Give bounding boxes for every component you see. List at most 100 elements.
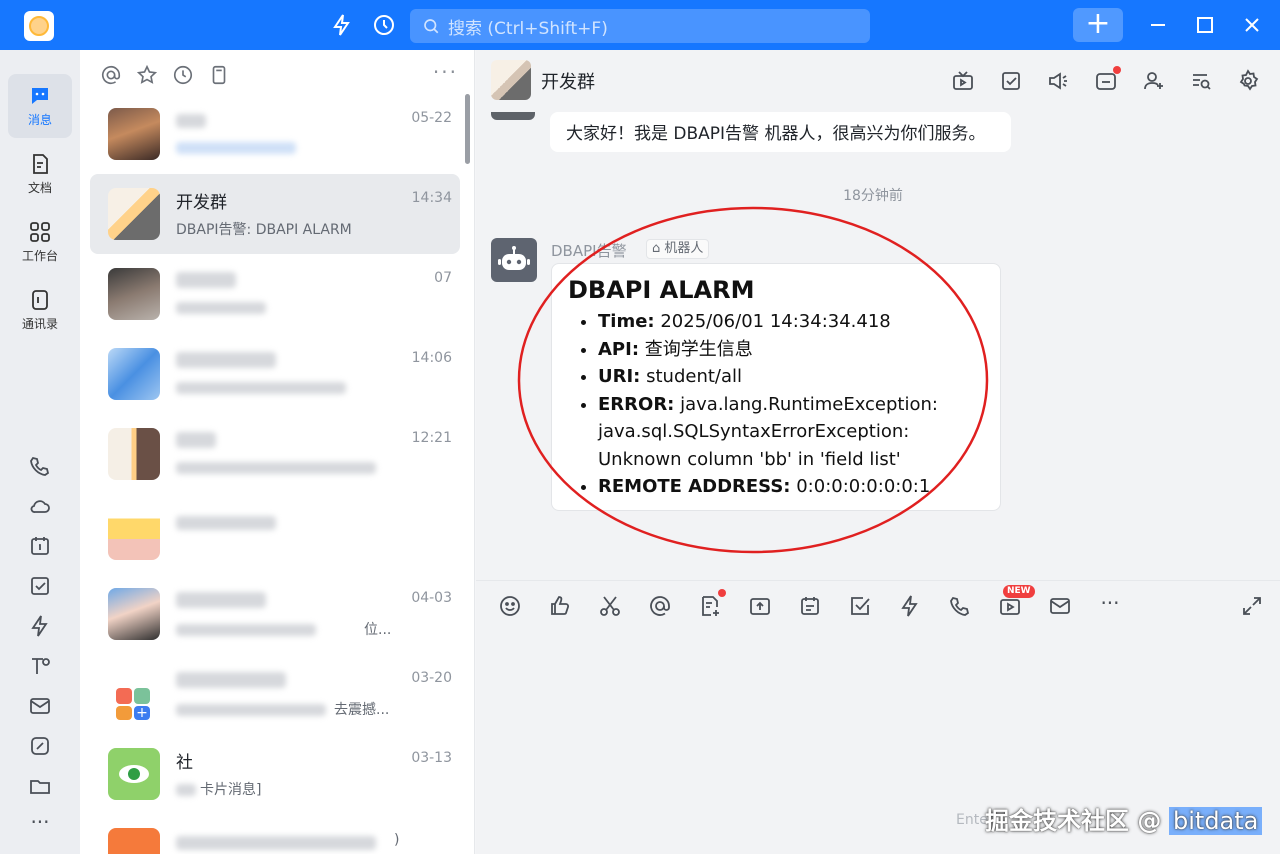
avatar <box>108 108 160 160</box>
star-icon[interactable] <box>136 64 158 86</box>
voice-call-icon[interactable] <box>948 594 972 618</box>
chat-pane: 开发群 大家好！我是 DBAPI告警 机器人，很高兴为你们服务。 18分钟前 D… <box>476 50 1280 854</box>
chat-title: 开发群 <box>541 72 595 93</box>
history-icon[interactable] <box>372 13 396 37</box>
alarm-field-remote-address: REMOTE ADDRESS: 0:0:0:0:0:0:0:1 <box>598 473 984 501</box>
minimize-icon[interactable] <box>1146 13 1170 37</box>
rail-item-label: 消息 <box>27 113 52 127</box>
eye-logo-icon <box>119 765 149 783</box>
bookmark-icon[interactable] <box>208 64 230 86</box>
conversation-item[interactable]: 14:06 <box>90 334 460 414</box>
mail-icon[interactable] <box>28 694 52 718</box>
close-icon[interactable] <box>1240 13 1264 37</box>
expand-icon[interactable] <box>1240 594 1264 618</box>
rail-item-documents[interactable]: 文档 <box>8 142 72 206</box>
robot-icon <box>498 246 530 270</box>
checkbox-icon[interactable] <box>848 594 872 618</box>
conversation-time: 12:21 <box>411 430 452 446</box>
message-bubble: 大家好！我是 DBAPI告警 机器人，很高兴为你们服务。 <box>550 112 1011 152</box>
conversation-time: 07 <box>434 270 452 286</box>
create-button[interactable]: + <box>1073 8 1123 42</box>
message-icon <box>32 88 48 104</box>
avatar <box>108 268 160 320</box>
alarm-card: DBAPI ALARM Time: 2025/06/01 14:34:34.41… <box>551 263 1001 511</box>
lightning-icon[interactable] <box>898 594 922 618</box>
cloud-icon[interactable] <box>28 494 52 518</box>
rail-item-label: 工作台 <box>21 249 58 263</box>
mail-icon[interactable] <box>1048 594 1072 618</box>
maximize-icon[interactable] <box>1193 13 1217 37</box>
search-icon <box>424 19 439 34</box>
avatar <box>491 60 531 100</box>
list-scrollbar[interactable] <box>465 94 470 164</box>
conversation-item[interactable]: 07 <box>90 254 460 334</box>
conversation-preview: ) <box>394 832 400 848</box>
workspace-icon <box>30 222 50 242</box>
rail-item-label: 文档 <box>27 181 52 195</box>
conversation-item[interactable]: ) <box>90 814 460 854</box>
message-text: 大家好！我是 DBAPI告警 机器人，很高兴为你们服务。 <box>566 124 986 144</box>
conversation-time: 03-20 <box>411 670 452 686</box>
calendar-icon[interactable] <box>28 534 52 558</box>
conversation-time: 05-22 <box>411 110 452 126</box>
recent-icon[interactable] <box>172 64 194 86</box>
rail-item-messages[interactable]: 消息 <box>8 74 72 138</box>
settings-icon[interactable] <box>1236 69 1260 93</box>
avatar <box>108 588 160 640</box>
more-icon[interactable]: ··· <box>28 810 52 834</box>
add-member-icon[interactable] <box>1142 69 1166 93</box>
search-input[interactable]: 搜索 (Ctrl+Shift+F) <box>410 9 870 43</box>
left-rail: 消息 文档 工作台 通讯录 ··· <box>0 50 80 854</box>
list-more-button[interactable]: ··· <box>433 60 458 84</box>
conversation-item-dev-group[interactable]: 开发群 14:34 DBAPI告警: DBAPI ALARM <box>90 174 460 254</box>
conversation-preview: 卡片消息] <box>200 782 262 798</box>
watermark: 掘金技术社区 @ bitdata <box>985 801 1263 836</box>
mention-icon[interactable] <box>100 64 122 86</box>
task-icon[interactable] <box>999 69 1023 93</box>
bot-avatar[interactable] <box>491 238 537 282</box>
announcement-icon[interactable] <box>1046 69 1070 93</box>
alarm-fields: Time: 2025/06/01 14:34:34.418 API: 查询学生信… <box>568 308 984 501</box>
rail-item-contacts[interactable]: 通讯录 <box>8 278 72 342</box>
flash-icon[interactable] <box>330 13 354 37</box>
avatar <box>108 348 160 400</box>
conversation-item[interactable]: 05-22 <box>90 94 460 174</box>
rail-item-workspace[interactable]: 工作台 <box>8 210 72 274</box>
conversation-item[interactable]: 04-03 位... <box>90 574 460 654</box>
app-logo[interactable] <box>24 11 54 41</box>
thumbs-up-icon[interactable] <box>548 594 572 618</box>
doc-add-icon[interactable] <box>698 594 722 618</box>
scissors-icon[interactable] <box>598 594 622 618</box>
search-placeholder: 搜索 (Ctrl+Shift+F) <box>448 18 608 39</box>
conversation-item[interactable]: 12:21 <box>90 414 460 494</box>
composer-toolbar: NEW ··· <box>476 580 1280 628</box>
schedule-icon[interactable] <box>798 594 822 618</box>
todo-icon[interactable] <box>28 574 52 598</box>
conversation-item[interactable]: 社 03-13 卡片消息] <box>90 734 460 814</box>
lightning-icon[interactable] <box>28 614 52 638</box>
conversation-item[interactable] <box>90 494 460 574</box>
alarm-field-api: API: 查询学生信息 <box>598 336 984 364</box>
search-history-icon[interactable] <box>1189 69 1213 93</box>
mention-icon[interactable] <box>648 594 672 618</box>
conversation-preview: DBAPI告警: DBAPI ALARM <box>176 222 352 238</box>
conversation-preview: 位... <box>364 622 392 638</box>
avatar: + <box>108 668 160 720</box>
avatar <box>491 112 535 120</box>
phone-icon[interactable] <box>28 454 52 478</box>
alarm-field-uri: URI: student/all <box>598 363 984 391</box>
conversation-name: 开发群 <box>176 193 227 213</box>
sender-name: DBAPI告警 <box>551 242 627 260</box>
live-icon[interactable] <box>951 69 975 93</box>
emoji-icon[interactable] <box>498 594 522 618</box>
contacts-icon <box>32 290 48 310</box>
folder-icon[interactable] <box>28 774 52 798</box>
text-tool-icon[interactable] <box>28 654 52 678</box>
avatar <box>108 748 160 800</box>
upload-folder-icon[interactable] <box>748 594 772 618</box>
bot-badge: ⌂ 机器人 <box>646 239 710 259</box>
meeting-icon[interactable] <box>28 734 52 758</box>
alarm-field-error: ERROR: java.lang.RuntimeException: java.… <box>598 391 984 474</box>
conversation-item[interactable]: + 03-20 去震撼... <box>90 654 460 734</box>
more-icon[interactable]: ··· <box>1098 591 1122 615</box>
